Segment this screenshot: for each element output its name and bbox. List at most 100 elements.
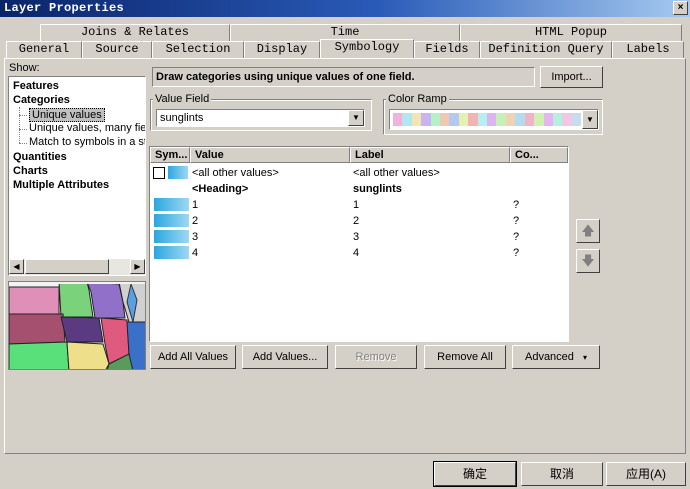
ok-button[interactable]: 确定	[434, 462, 516, 486]
tree-item-categories[interactable]: Categories	[13, 94, 70, 106]
tree-item-quantities[interactable]: Quantities	[13, 151, 67, 163]
import-button[interactable]: Import...	[540, 66, 603, 88]
symbol-swatch[interactable]	[154, 246, 189, 259]
add-all-values-button[interactable]: Add All Values	[150, 345, 236, 369]
tab-symbology[interactable]: Symbology	[320, 39, 414, 58]
cell-count: ?	[513, 199, 520, 211]
checkbox[interactable]	[153, 167, 165, 179]
table-row[interactable]: <all other values> <all other values>	[150, 165, 568, 181]
cell-label: 3	[353, 231, 360, 243]
ramp-color-stop	[543, 113, 553, 126]
ramp-color-stop	[449, 113, 459, 126]
cell-count: ?	[513, 215, 520, 227]
color-ramp-swatch	[393, 113, 582, 126]
tab-selection[interactable]: Selection	[152, 41, 244, 58]
chevron-down-icon[interactable]: ▼	[348, 110, 364, 126]
ramp-color-stop	[440, 113, 450, 126]
ramp-color-stop	[402, 113, 412, 126]
column-header-value[interactable]: Value	[190, 147, 350, 163]
cell-label: 4	[353, 247, 360, 259]
tree-item-unique-values-many[interactable]: Unique values, many fiel	[29, 122, 145, 134]
column-header-count[interactable]: Co...	[510, 147, 568, 163]
cell-value: 1	[192, 199, 199, 211]
symbol-swatch[interactable]	[154, 230, 189, 243]
map-preview	[8, 281, 146, 370]
symbol-swatch[interactable]	[154, 214, 189, 227]
remove-button[interactable]: Remove	[335, 345, 417, 369]
advanced-button[interactable]: Advanced ▾	[512, 345, 600, 369]
scroll-right-icon[interactable]: ▶	[130, 259, 145, 274]
close-icon: ×	[677, 2, 684, 13]
tree-item-match-symbols[interactable]: Match to symbols in a sty	[29, 136, 145, 148]
cell-label: 1	[353, 199, 360, 211]
cell-value: 4	[192, 247, 199, 259]
ramp-color-stop	[524, 113, 535, 126]
cell-label: 2	[353, 215, 360, 227]
tab-joins-relates[interactable]: Joins & Relates	[40, 24, 230, 41]
apply-button[interactable]: 应用(A)	[606, 462, 686, 486]
chevron-down-icon: ▾	[582, 353, 587, 362]
tree-item-unique-values[interactable]: Unique values	[29, 108, 105, 122]
cell-value: 2	[192, 215, 199, 227]
tree-item-charts[interactable]: Charts	[13, 165, 48, 177]
move-up-button[interactable]: 🡅	[576, 219, 600, 243]
chevron-down-icon[interactable]: ▼	[582, 110, 598, 129]
tab-html-popup[interactable]: HTML Popup	[460, 24, 682, 41]
ramp-color-stop	[430, 113, 441, 126]
renderer-description: Draw categories using unique values of o…	[152, 67, 535, 87]
ramp-color-stop	[534, 113, 544, 126]
arrow-up-icon: 🡅	[581, 223, 595, 238]
ramp-color-stop	[411, 113, 422, 126]
symbol-swatch[interactable]	[154, 198, 189, 211]
title-bar: Layer Properties ×	[0, 0, 690, 17]
tab-display[interactable]: Display	[244, 41, 320, 58]
table-row[interactable]: 1 1 ?	[150, 197, 568, 213]
value-field-value: sunglints	[160, 112, 204, 124]
symbol-swatch[interactable]	[168, 166, 188, 179]
add-values-button[interactable]: Add Values...	[242, 345, 328, 369]
ramp-color-stop	[505, 113, 516, 126]
column-header-symbol[interactable]: Sym...	[150, 147, 190, 163]
ramp-color-stop	[552, 113, 563, 126]
cell-value: 3	[192, 231, 199, 243]
tree-item-features[interactable]: Features	[13, 80, 59, 92]
ramp-color-stop	[477, 113, 488, 126]
ramp-color-stop	[515, 113, 525, 126]
table-row[interactable]: 4 4 ?	[150, 245, 568, 261]
tree-item-multiple-attributes[interactable]: Multiple Attributes	[13, 179, 109, 191]
value-field-select[interactable]: sunglints ▼	[156, 109, 365, 127]
ramp-color-stop	[496, 113, 506, 126]
scroll-left-icon[interactable]: ◀	[9, 259, 24, 274]
tab-definition-query[interactable]: Definition Query	[480, 41, 612, 58]
window-title: Layer Properties	[4, 1, 125, 15]
ramp-color-stop	[571, 113, 582, 126]
ramp-color-stop	[487, 113, 497, 126]
table-row[interactable]: 3 3 ?	[150, 229, 568, 245]
cell-count: ?	[513, 247, 520, 259]
show-tree[interactable]: Features Categories Unique values Unique…	[8, 76, 146, 276]
arrow-down-icon: 🡇	[581, 253, 595, 268]
tab-source[interactable]: Source	[82, 41, 152, 58]
table-row[interactable]: <Heading> sunglints	[150, 181, 568, 197]
table-row[interactable]: 2 2 ?	[150, 213, 568, 229]
cell-value: <Heading>	[192, 183, 249, 195]
cell-count: ?	[513, 231, 520, 243]
cell-value: <all other values>	[192, 167, 279, 179]
scroll-thumb[interactable]	[25, 259, 109, 274]
tab-labels[interactable]: Labels	[612, 41, 684, 58]
cancel-button[interactable]: 取消	[521, 462, 603, 486]
tab-general[interactable]: General	[6, 41, 82, 58]
column-header-label[interactable]: Label	[350, 147, 510, 163]
symbol-grid[interactable]: Sym... Value Label Co... <all other valu…	[149, 146, 569, 342]
color-ramp-label: Color Ramp	[386, 93, 449, 105]
color-ramp-select[interactable]: ▼	[389, 109, 599, 130]
map-preview-image	[9, 282, 145, 369]
tree-scrollbar[interactable]: ◀ ▶	[9, 259, 145, 275]
move-down-button[interactable]: 🡇	[576, 249, 600, 273]
value-field-label: Value Field	[153, 93, 212, 105]
ramp-color-stop	[562, 113, 572, 126]
close-button[interactable]: ×	[673, 1, 688, 15]
cell-label: sunglints	[353, 183, 402, 195]
remove-all-button[interactable]: Remove All	[424, 345, 506, 369]
tab-fields[interactable]: Fields	[414, 41, 480, 58]
